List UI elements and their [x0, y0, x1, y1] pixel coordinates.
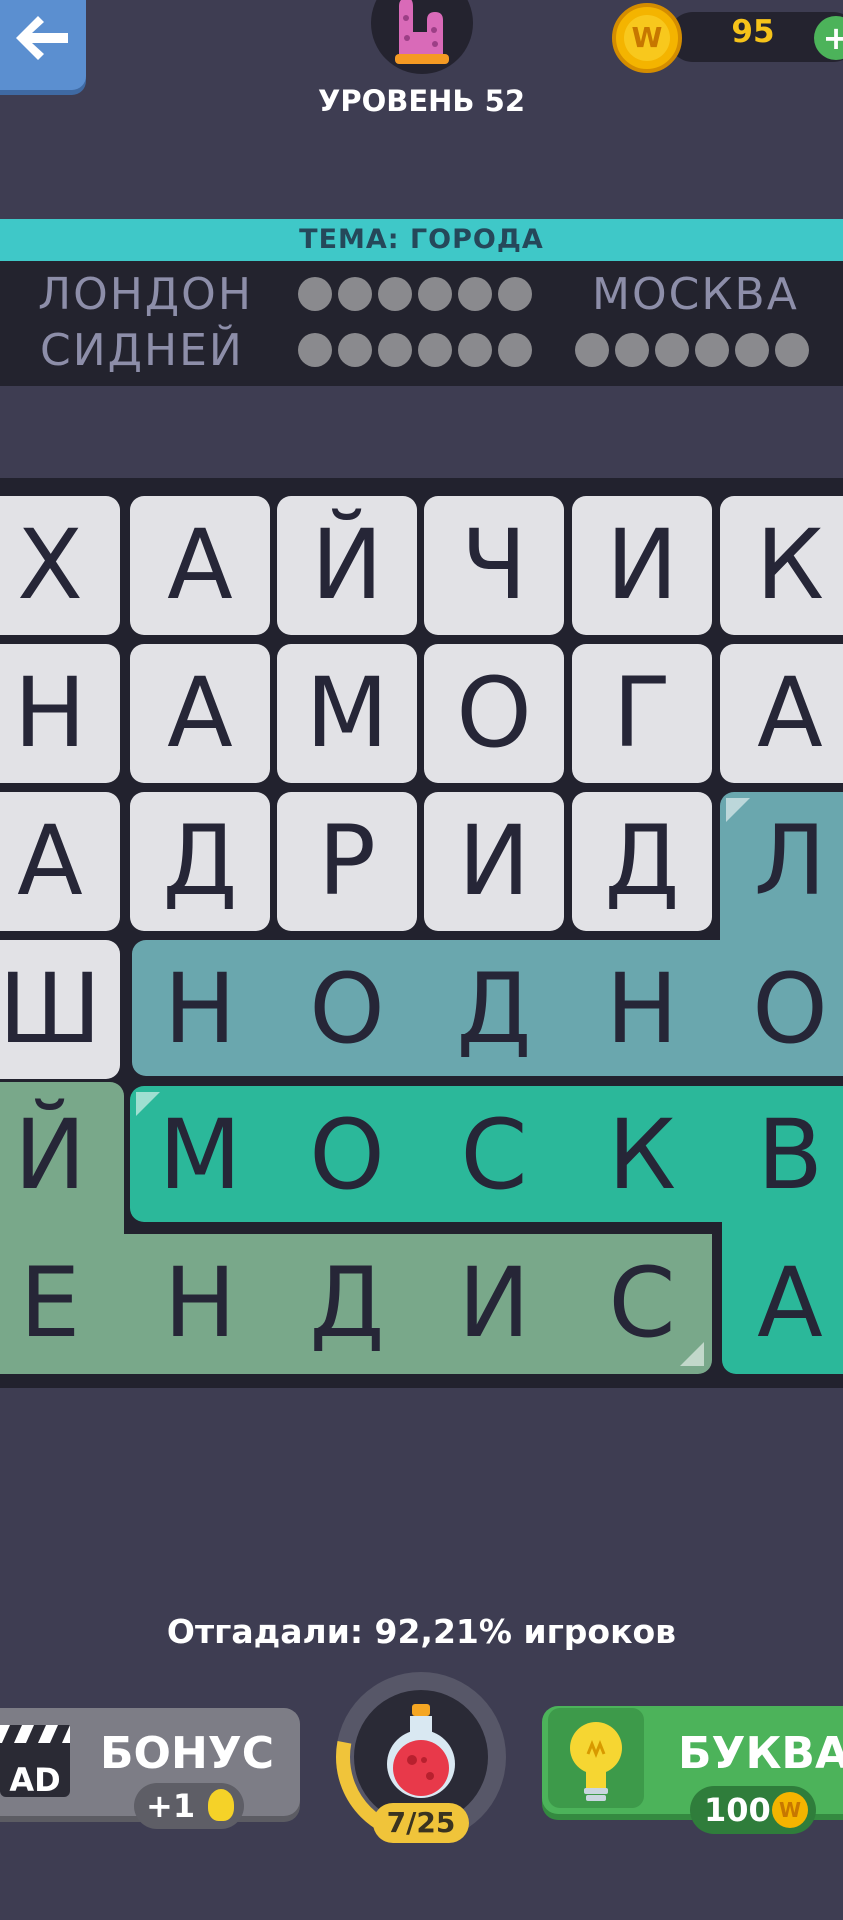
- grid-letter-r0-c2[interactable]: Й: [277, 496, 417, 635]
- solved-stat: Отгадали: 92,21% игроков: [166, 1612, 677, 1651]
- grid-letter-r2-c0[interactable]: А: [0, 792, 120, 931]
- bonus-label: БОНУС: [100, 1728, 274, 1779]
- words-panel: ЛОНДОН МОСКВА СИДНЕЙ: [0, 261, 843, 386]
- found-word: МОСКВА: [592, 269, 799, 320]
- grid-letter-r0-c0[interactable]: Х: [0, 496, 120, 635]
- coin-icon: W: [772, 1792, 808, 1828]
- grid-letter-r2-c2[interactable]: Р: [277, 792, 417, 931]
- letter-cost: 100 W: [690, 1786, 816, 1834]
- hidden-word: [298, 333, 532, 367]
- theme-label: ТЕМА: ГОРОДА: [0, 219, 843, 261]
- hidden-word: [298, 277, 532, 311]
- grid-letter-r4-c5[interactable]: В: [720, 1086, 843, 1225]
- grid-letter-r0-c3[interactable]: Ч: [424, 496, 564, 635]
- grid-letter-r5-c0[interactable]: Е: [0, 1234, 120, 1373]
- grid-letter-r1-c0[interactable]: Н: [0, 644, 120, 783]
- coin-count: 95: [731, 14, 775, 50]
- grid-letter-r0-c4[interactable]: И: [572, 496, 712, 635]
- lightbulb-icon: [208, 1789, 234, 1821]
- grid-letter-r0-c5[interactable]: К: [720, 496, 843, 635]
- grid-letter-r4-c0[interactable]: Й: [0, 1086, 120, 1225]
- grid-letter-r3-c4[interactable]: Н: [572, 940, 712, 1079]
- grid-letter-r4-c2[interactable]: О: [277, 1086, 417, 1225]
- grid-letter-r3-c3[interactable]: Д: [424, 940, 564, 1079]
- lightbulb-icon: [570, 1722, 622, 1801]
- potion-count: 7/25: [373, 1803, 469, 1843]
- grid-letter-r3-c1[interactable]: Н: [130, 940, 270, 1079]
- back-button[interactable]: [0, 0, 86, 90]
- found-word: СИДНЕЙ: [40, 325, 244, 376]
- grid-letter-r5-c1[interactable]: Н: [130, 1234, 270, 1373]
- grid-letter-r5-c5[interactable]: А: [720, 1234, 843, 1373]
- grid-letter-r5-c4[interactable]: С: [572, 1234, 712, 1373]
- level-avatar: [371, 0, 473, 74]
- grid-letter-r5-c3[interactable]: И: [424, 1234, 564, 1373]
- grid-letter-r2-c5[interactable]: Л: [720, 792, 843, 931]
- grid-letter-r2-c4[interactable]: Д: [572, 792, 712, 931]
- grid-letter-r4-c1[interactable]: М: [130, 1086, 270, 1225]
- grid-letter-r0-c1[interactable]: А: [130, 496, 270, 635]
- letter-grid[interactable]: ХАЙЧИКНАМОГААДРИДЛШНОДНОЙМОСКВЕНДИСА: [0, 478, 843, 1388]
- grid-letter-r5-c2[interactable]: Д: [277, 1234, 417, 1373]
- found-word: ЛОНДОН: [38, 269, 253, 320]
- grid-letter-r1-c5[interactable]: А: [720, 644, 843, 783]
- grid-letter-r2-c1[interactable]: Д: [130, 792, 270, 931]
- letter-bulb-box: [548, 1708, 644, 1808]
- grid-letter-r1-c1[interactable]: А: [130, 644, 270, 783]
- grid-letter-r3-c2[interactable]: О: [277, 940, 417, 1079]
- grid-letter-r4-c4[interactable]: К: [572, 1086, 712, 1225]
- bonus-reward: +1: [134, 1783, 244, 1829]
- grid-letter-r3-c0[interactable]: Ш: [0, 940, 120, 1079]
- grid-letter-r4-c3[interactable]: С: [424, 1086, 564, 1225]
- letter-label: БУКВА: [678, 1728, 843, 1779]
- grid-letter-r1-c4[interactable]: Г: [572, 644, 712, 783]
- ad-clapper-icon: AD: [0, 1725, 70, 1799]
- grid-letter-r1-c3[interactable]: О: [424, 644, 564, 783]
- grid-letter-r2-c3[interactable]: И: [424, 792, 564, 931]
- grid-letter-r1-c2[interactable]: М: [277, 644, 417, 783]
- arrow-left-icon: [16, 16, 68, 60]
- coral-icon: [395, 0, 449, 64]
- coin-icon: W: [612, 3, 682, 73]
- grid-letter-r3-c5[interactable]: О: [720, 940, 843, 1079]
- hidden-word: [575, 333, 809, 367]
- level-title: УРОВЕНЬ 52: [317, 84, 525, 118]
